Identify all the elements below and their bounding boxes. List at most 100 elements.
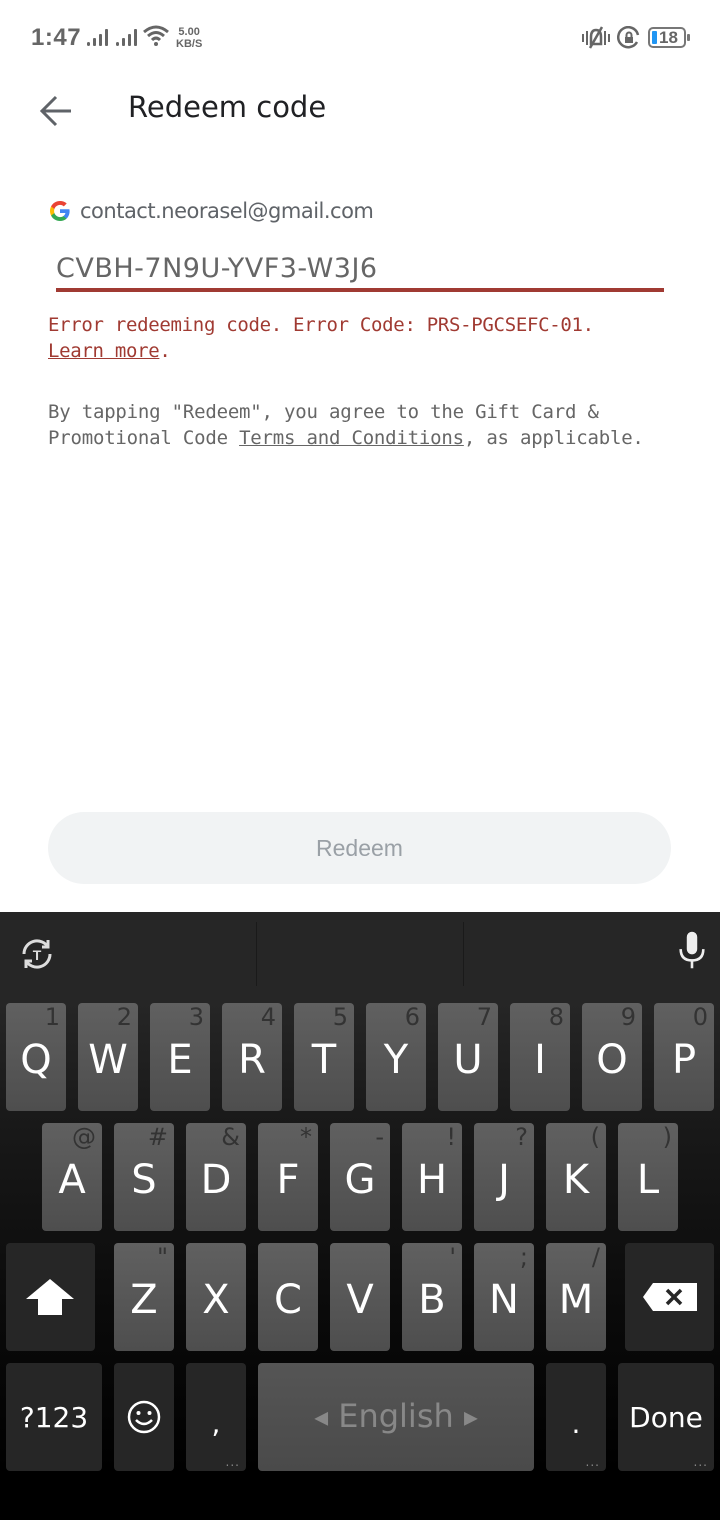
comma-key[interactable]: ,... [186,1363,246,1471]
symbols-key[interactable]: ?123 [6,1363,102,1471]
key-alt: / [591,1243,600,1271]
key-label: R [238,1037,266,1083]
back-button[interactable] [36,90,76,130]
key-label: Done [629,1401,703,1434]
toolbar-divider [463,922,464,986]
key-l[interactable]: ) L [618,1123,678,1231]
key-g[interactable]: -G [330,1123,390,1231]
emoji-smiley-icon [127,1400,161,1434]
key-t[interactable]: 5T [294,1003,354,1111]
key-label: O [596,1037,628,1083]
key-label: L [636,1157,660,1203]
key-label: G [344,1157,376,1203]
key-label: B [418,1277,446,1323]
terms-suffix: , as applicable. [463,427,644,449]
account-email: contact.neorasel@gmail.com [80,199,374,223]
key-alt: ; [519,1243,528,1271]
key-m[interactable]: / M [546,1243,606,1351]
key-p[interactable]: 0P [654,1003,714,1111]
microphone-icon[interactable] [674,930,710,970]
redeem-button[interactable]: Redeem [48,812,671,884]
key-z[interactable]: " Z [114,1243,174,1351]
key-alt: 1 [44,1003,60,1031]
emoji-key[interactable] [114,1363,174,1471]
key-v[interactable]: V [330,1243,390,1351]
network-speed: 5.00 KB/S [176,26,202,50]
wifi-icon [143,25,169,46]
key-label: Y [383,1037,409,1083]
key-e[interactable]: 3E [150,1003,210,1111]
vibrate-icon [582,26,610,49]
key-a[interactable]: @ A [42,1123,102,1231]
key-label: I [534,1037,546,1083]
key-o[interactable]: 9O [582,1003,642,1111]
key-b[interactable]: ' B [402,1243,462,1351]
key-label: . [571,1407,581,1440]
backspace-key[interactable] [625,1243,714,1351]
key-alt: - [375,1123,384,1151]
keyboard: T 1Q 2W 3E 4R 5T 6Y 7U 8I 9O 0P @ A # S & D… [0,912,720,1520]
learn-more-link[interactable]: Learn more [48,340,160,362]
rotation-lock-icon [617,26,640,49]
key-label: Z [130,1277,158,1323]
key-h[interactable]: ! H [402,1123,462,1231]
key-alt: ( [590,1123,600,1151]
done-key[interactable]: Done... [618,1363,714,1471]
key-f[interactable]: * F [258,1123,318,1231]
arrow-back-icon [39,95,71,127]
key-s[interactable]: # S [114,1123,174,1231]
account-row: contact.neorasel@gmail.com [48,196,374,226]
key-alt: 4 [260,1003,276,1031]
space-key[interactable]: ◀ English ▶ [258,1363,534,1471]
key-u[interactable]: 7U [438,1003,498,1111]
key-r[interactable]: 4R [222,1003,282,1111]
redeem-code-input[interactable] [56,248,664,292]
shift-key[interactable] [6,1243,95,1351]
language-prev-icon: ◀ [314,1407,329,1429]
key-label: W [88,1037,128,1083]
key-label: N [489,1277,519,1323]
signal-icon [87,29,108,46]
key-label: A [58,1157,86,1203]
svg-text:T: T [33,947,42,963]
key-alt: " [156,1243,168,1271]
key-x[interactable]: X [186,1243,246,1351]
key-alt: 8 [548,1003,564,1031]
page-title: Redeem code [128,90,327,124]
key-label: , [211,1407,221,1440]
key-i[interactable]: 8I [510,1003,570,1111]
key-j[interactable]: ? J [474,1123,534,1231]
key-q[interactable]: 1Q [6,1003,66,1111]
key-alt: 6 [404,1003,420,1031]
period-key[interactable]: .... [546,1363,606,1471]
key-label: K [562,1157,590,1203]
error-suffix: . [159,340,171,362]
terms-text: By tapping "Redeem", you agree to the Gi… [48,399,688,451]
key-alt: 5 [332,1003,348,1031]
key-label: ?123 [19,1401,89,1434]
key-y[interactable]: 6Y [366,1003,426,1111]
key-alt: & [221,1123,240,1151]
battery-icon: 18 [648,27,686,48]
key-label: E [167,1037,193,1083]
google-logo-icon [50,201,70,221]
key-k[interactable]: (K [546,1123,606,1231]
terms-and-conditions-link[interactable]: Terms and Conditions [239,427,464,449]
text-sync-icon[interactable]: T [19,934,55,974]
key-label: C [274,1277,302,1323]
more-indicator: ... [585,1455,600,1469]
key-c[interactable]: C [258,1243,318,1351]
battery-tip [687,34,690,41]
key-label: X [202,1277,230,1323]
key-d[interactable]: & D [186,1123,246,1231]
key-alt: ! [446,1123,456,1151]
more-indicator: ... [225,1455,240,1469]
key-alt: @ [72,1123,96,1151]
key-n[interactable]: ; N [474,1243,534,1351]
key-alt: ) [662,1123,672,1151]
key-alt: 0 [692,1003,708,1031]
key-w[interactable]: 2W [78,1003,138,1111]
key-label: P [671,1037,697,1083]
key-label: English [338,1397,454,1435]
more-indicator: ... [693,1455,708,1469]
